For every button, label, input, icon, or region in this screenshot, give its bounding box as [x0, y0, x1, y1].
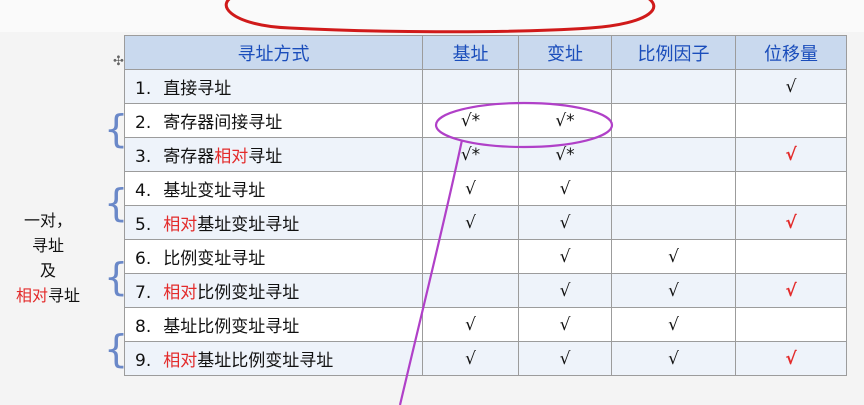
purple-annotation	[398, 101, 614, 405]
